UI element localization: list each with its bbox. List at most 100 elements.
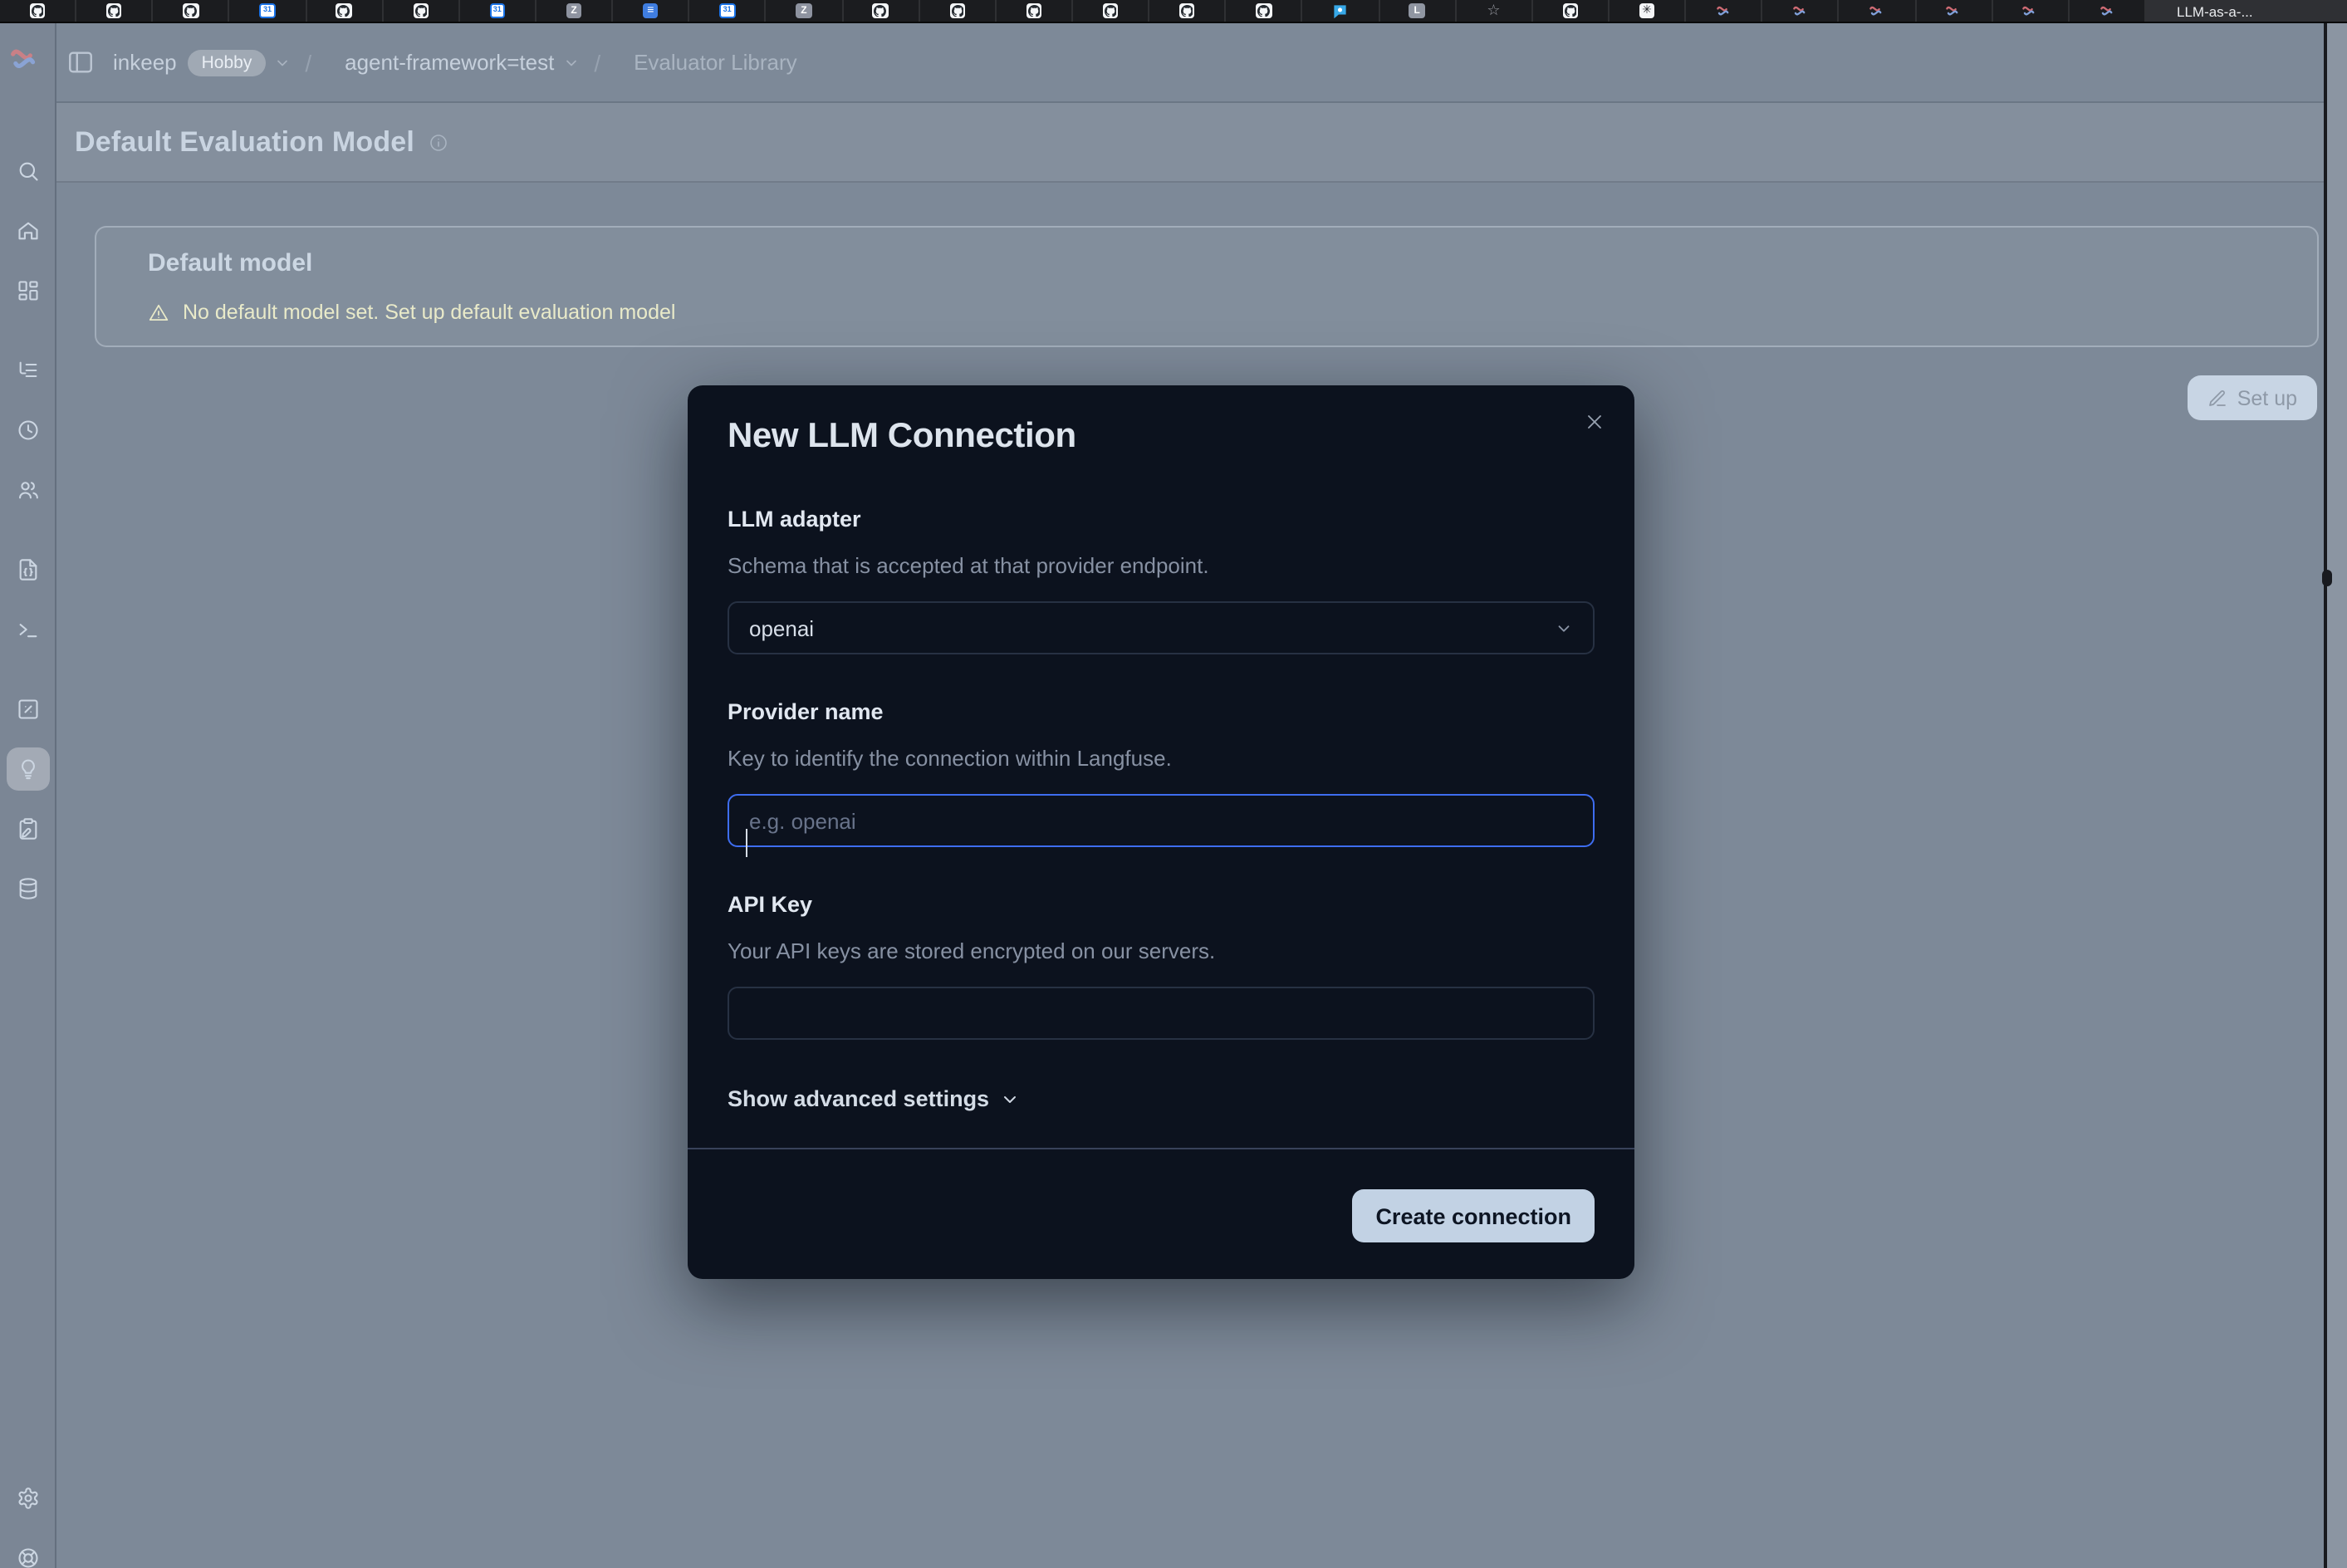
pinned-tab-github[interactable] — [843, 0, 919, 22]
page-title-bar: Default Evaluation Model — [56, 103, 2347, 183]
clock-icon — [17, 419, 40, 442]
github-favicon-icon — [1179, 3, 1195, 19]
llm-adapter-select[interactable]: openai — [728, 601, 1595, 654]
sidebar-item-support[interactable] — [7, 1536, 50, 1568]
pinned-tab-gpt[interactable]: ✳ — [1610, 0, 1686, 22]
chevron-down-icon[interactable] — [273, 54, 290, 71]
provider-name-input[interactable] — [728, 794, 1595, 847]
sidebar-item-evaluation[interactable] — [7, 747, 50, 791]
pinned-tab-chat[interactable] — [1303, 0, 1379, 22]
pinned-tab-langfuse[interactable] — [2070, 0, 2146, 22]
pinned-tab-langfuse[interactable] — [1992, 0, 2069, 22]
warning-text: No default model set. Set up default eva… — [183, 301, 675, 324]
pinned-tab-letter-l[interactable]: L — [1379, 0, 1456, 22]
active-tab-label: LLM-as-a-... — [2177, 2, 2253, 19]
gpt-favicon-icon: ✳ — [1639, 3, 1655, 19]
pinned-tab-github[interactable] — [1533, 0, 1610, 22]
api-key-description: Your API keys are stored encrypted on ou… — [728, 938, 1595, 963]
langfuse-favicon-icon — [1716, 3, 1732, 19]
pinned-tab-langfuse[interactable] — [1916, 0, 1992, 22]
github-favicon-icon — [949, 3, 965, 19]
sidebar-item-dashboards[interactable] — [7, 269, 50, 312]
pinned-tab-langfuse[interactable] — [1762, 0, 1839, 22]
langfuse-logo-icon[interactable] — [8, 45, 42, 71]
pencil-icon — [2207, 388, 2227, 408]
github-favicon-icon — [106, 3, 122, 19]
pinned-tab-zlib[interactable]: Z — [767, 0, 843, 22]
clipboard-pen-icon — [17, 817, 40, 840]
text-cursor — [746, 829, 747, 857]
database-icon — [17, 877, 40, 900]
close-button[interactable] — [1581, 409, 1608, 440]
langfuse-favicon-icon — [2099, 3, 2114, 19]
sidebar-item-home[interactable] — [7, 209, 50, 252]
pinned-tab-zlib[interactable]: Z — [537, 0, 613, 22]
github-favicon-icon — [30, 3, 46, 19]
sidebar-item-search[interactable] — [7, 149, 50, 193]
terminal-icon — [17, 618, 40, 641]
create-connection-button[interactable]: Create connection — [1352, 1189, 1595, 1242]
pinned-tab-github[interactable] — [306, 0, 383, 22]
search-icon — [17, 159, 40, 183]
modal-footer: Create connection — [688, 1148, 1634, 1279]
set-up-button[interactable]: Set up — [2188, 375, 2317, 420]
sidebar-item-sessions[interactable] — [7, 409, 50, 452]
sidebar-item-users[interactable] — [7, 468, 50, 512]
pinned-tab-github[interactable] — [1227, 0, 1303, 22]
sidebar-toggle-icon[interactable] — [66, 48, 95, 76]
list-tree-icon — [17, 359, 40, 382]
sidebar-item-settings[interactable] — [7, 1477, 50, 1520]
github-favicon-icon — [413, 3, 429, 19]
pinned-tab-github[interactable] — [0, 0, 76, 22]
browser-edge-divider — [2324, 23, 2327, 1568]
pinned-tab-github[interactable] — [154, 0, 230, 22]
github-favicon-icon — [1256, 3, 1271, 19]
side-panel-handle[interactable] — [2322, 570, 2332, 586]
pinned-tab-github[interactable] — [383, 0, 459, 22]
browser-edge-strip — [2327, 23, 2347, 1568]
provider-name-description: Key to identify the connection within La… — [728, 746, 1595, 771]
sidebar-item-scores[interactable] — [7, 688, 50, 731]
pinned-tab-gdocs[interactable]: ≡ — [613, 0, 689, 22]
calendar-favicon-icon: 31 — [719, 3, 735, 19]
browser-tab-active[interactable]: LLM-as-a-... — [2146, 0, 2347, 22]
docs-favicon-icon: ≡ — [643, 3, 659, 19]
file-json-icon — [17, 558, 40, 581]
pinned-tab-github[interactable] — [997, 0, 1073, 22]
show-advanced-settings-toggle[interactable]: Show advanced settings — [728, 1086, 1019, 1111]
pinned-tab-star[interactable]: ☆ — [1456, 0, 1532, 22]
pinned-tab-gcal[interactable]: 31 — [460, 0, 537, 22]
api-key-input[interactable] — [728, 987, 1595, 1040]
pinned-tab-langfuse[interactable] — [1840, 0, 1916, 22]
sidebar-item-models[interactable] — [7, 867, 50, 910]
pinned-tab-langfuse[interactable] — [1686, 0, 1762, 22]
pinned-tab-github[interactable] — [919, 0, 996, 22]
calendar-favicon-icon: 31 — [489, 3, 505, 19]
chevron-down-icon[interactable] — [562, 54, 579, 71]
card-title: Default model — [148, 249, 312, 277]
pinned-tab-gcal[interactable]: 31 — [230, 0, 306, 22]
info-icon[interactable] — [428, 132, 448, 152]
sidebar-item-datasets[interactable] — [7, 807, 50, 850]
llm-adapter-description: Schema that is accepted at that provider… — [728, 553, 1595, 578]
sidebar-item-playground[interactable] — [7, 608, 50, 651]
github-favicon-icon — [873, 3, 889, 19]
default-model-card: Default model No default model set. Set … — [95, 226, 2319, 347]
pinned-tab-github[interactable] — [1149, 0, 1226, 22]
gear-icon — [17, 1487, 40, 1510]
breadcrumb-page: Evaluator Library — [634, 50, 797, 75]
warning-triangle-icon — [148, 301, 169, 323]
sidebar-item-prompts[interactable] — [7, 548, 50, 591]
lightbulb-icon — [17, 757, 40, 781]
z-favicon-icon: Z — [796, 3, 811, 19]
langfuse-favicon-icon — [1869, 3, 1884, 19]
pinned-tab-github[interactable] — [76, 0, 153, 22]
pinned-tab-gcal[interactable]: 31 — [690, 0, 767, 22]
breadcrumb-project[interactable]: agent-framework=test — [345, 50, 554, 75]
users-icon — [17, 478, 40, 502]
plan-badge: Hobby — [189, 49, 266, 76]
breadcrumb-org[interactable]: inkeep — [113, 50, 177, 75]
new-llm-connection-modal: New LLM Connection LLM adapter Schema th… — [688, 385, 1634, 1279]
pinned-tab-github[interactable] — [1073, 0, 1149, 22]
sidebar-item-tracing[interactable] — [7, 349, 50, 392]
